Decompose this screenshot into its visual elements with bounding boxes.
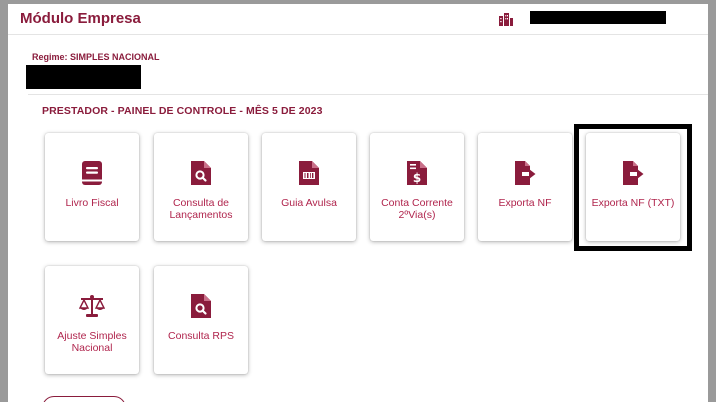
company-name-redacted [26,65,141,89]
regime-label: Regime: SIMPLES NACIONAL [32,52,160,62]
file-search-icon [191,161,211,185]
tile-livro-fiscal[interactable]: Livro Fiscal [45,133,139,241]
tile-label: Conta Corrente 2ºVia(s) [381,197,453,221]
tile-label: Livro Fiscal [65,197,119,209]
balance-scale-icon [79,295,105,317]
file-export-icon [515,161,536,185]
top-bar: Módulo Empresa [8,4,708,35]
book-icon [82,161,102,185]
highlight-box [574,124,692,251]
app-panel: Módulo Empresa Regime: SIMPLES NACIONAL … [8,4,708,402]
tile-consulta-lancamentos[interactable]: Consulta de Lançamentos [154,133,248,241]
tile-label: Guia Avulsa [281,197,337,209]
tile-label: Ajuste Simples Nacional [57,330,127,354]
file-barcode-icon [299,161,319,185]
tile-guia-avulsa[interactable]: Guia Avulsa [262,133,356,241]
bottom-button[interactable] [42,396,126,402]
module-title: Módulo Empresa [20,10,141,27]
tile-label: Consulta RPS [168,330,234,342]
file-search-icon [191,294,211,318]
divider [28,94,708,95]
tile-exporta-nf[interactable]: Exporta NF [478,133,572,241]
building-icon[interactable] [498,11,514,27]
tile-label: Exporta NF [498,197,552,209]
tile-conta-corrente[interactable]: $ Conta Corrente 2ºVia(s) [370,133,464,241]
tile-label: Consulta de Lançamentos [169,197,233,221]
section-title: PRESTADOR - PAINEL DE CONTROLE - MÊS 5 D… [42,105,323,117]
svg-text:$: $ [413,171,421,185]
tile-ajuste-simples-nacional[interactable]: Ajuste Simples Nacional [45,266,139,374]
tile-consulta-rps[interactable]: Consulta RPS [154,266,248,374]
username-redacted [530,11,666,24]
file-invoice-dollar-icon: $ [407,161,427,185]
